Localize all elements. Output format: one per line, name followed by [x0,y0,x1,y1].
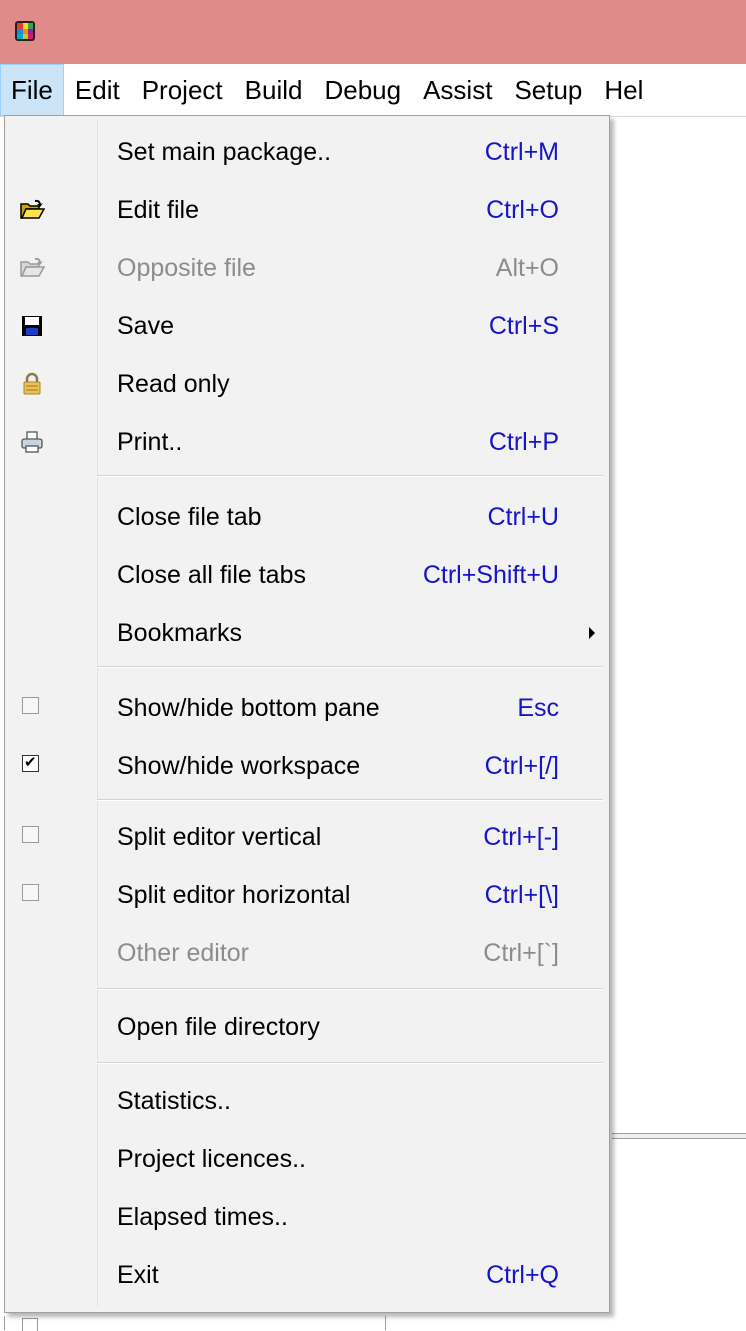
menu-setup[interactable]: Setup [503,64,593,116]
menu-item-label: Statistics.. [117,1087,231,1115]
file-icon [22,1318,38,1331]
menu-item-exit[interactable]: Exit Ctrl+Q [5,1246,609,1304]
menu-item-open-file-directory[interactable]: Open file directory [5,998,609,1056]
checkbox-icon [22,697,39,714]
menu-item-shortcut: Ctrl+[/] [484,752,559,780]
menu-item-label: Bookmarks [117,619,243,647]
menu-item-shortcut: Ctrl+M [484,138,559,166]
menu-item-label: Close all file tabs [117,561,306,589]
menu-item-split-editor-horizontal[interactable]: Split editor horizontal Ctrl+[\] [5,866,609,924]
lock-icon [23,372,41,395]
menu-bar: File Edit Project Build Debug Assist Set… [0,64,746,117]
menu-item-opposite-file[interactable]: Opposite file Alt+O [5,239,609,297]
menu-item-label: Print.. [117,428,183,456]
checkmark-icon: ✔ [24,753,37,771]
menu-item-shortcut: Ctrl+S [488,312,559,340]
menu-item-set-main-package[interactable]: Set main package.. Ctrl+M [5,123,609,181]
menu-item-shortcut: Alt+O [495,254,559,282]
menu-item-shortcut: Ctrl+O [486,196,559,224]
menu-edit[interactable]: Edit [64,64,131,116]
menu-item-close-all-file-tabs[interactable]: Close all file tabs Ctrl+Shift+U [5,546,609,604]
printer-icon [21,431,43,453]
menu-item-statistics[interactable]: Statistics.. [5,1072,609,1130]
open-folder-icon [20,199,45,219]
menu-item-label: Show/hide workspace [117,752,361,780]
submenu-arrow-icon [589,627,595,639]
menu-item-label: Other editor [117,939,250,967]
menu-item-label: Opposite file [117,254,256,282]
menu-item-label: Read only [117,370,230,398]
checkbox-checked-icon: ✔ [22,753,39,772]
menu-item-label: Split editor vertical [117,823,322,851]
workspace-pane [4,1316,386,1330]
checkbox-icon [22,826,39,843]
menu-item-shortcut: Ctrl+Q [486,1261,559,1289]
menu-item-read-only[interactable]: Read only [5,355,609,413]
menu-separator [97,1062,603,1064]
menu-item-label: Edit file [117,196,199,224]
menu-item-label: Save [117,312,174,340]
menu-item-split-editor-vertical[interactable]: Split editor vertical Ctrl+[-] [5,808,609,866]
menu-project[interactable]: Project [131,64,234,116]
menu-item-shortcut: Ctrl+Shift+U [422,561,559,589]
menu-separator [97,666,603,668]
menu-separator [97,475,603,477]
menu-separator [97,799,603,801]
menu-item-shortcut: Ctrl+P [488,428,559,456]
app-logo-icon [15,21,35,41]
menu-item-shortcut: Esc [517,694,559,722]
menu-build[interactable]: Build [234,64,314,116]
floppy-disk-icon [22,316,42,336]
menu-item-shortcut: Ctrl+[`] [483,939,559,967]
title-bar [0,0,746,64]
menu-item-save[interactable]: Save Ctrl+S [5,297,609,355]
editor-splitter[interactable] [612,1133,746,1139]
menu-item-close-file-tab[interactable]: Close file tab Ctrl+U [5,488,609,546]
menu-item-show-hide-workspace[interactable]: ✔ Show/hide workspace Ctrl+[/] [5,737,609,795]
menu-item-label: Split editor horizontal [117,881,351,909]
menu-item-edit-file[interactable]: Edit file Ctrl+O [5,181,609,239]
menu-debug[interactable]: Debug [313,64,412,116]
menu-item-label: Open file directory [117,1013,320,1041]
open-folder-disabled-icon [20,257,45,277]
menu-item-label: Elapsed times.. [117,1203,288,1231]
menu-item-shortcut: Ctrl+[-] [483,823,559,851]
menu-item-bookmarks[interactable]: Bookmarks [5,604,609,662]
menu-item-project-licences[interactable]: Project licences.. [5,1130,609,1188]
menu-item-other-editor[interactable]: Other editor Ctrl+[`] [5,924,609,982]
menu-item-shortcut: Ctrl+[\] [484,881,559,909]
menu-item-shortcut: Ctrl+U [487,503,559,531]
menu-file[interactable]: File [0,64,64,116]
menu-item-label: Set main package.. [117,138,332,166]
file-menu-dropdown: Set main package.. Ctrl+M Edit file Ctrl… [4,115,610,1313]
menu-item-elapsed-times[interactable]: Elapsed times.. [5,1188,609,1246]
menu-item-show-hide-bottom-pane[interactable]: Show/hide bottom pane Esc [5,679,609,737]
menu-item-label: Project licences.. [117,1145,306,1173]
menu-item-label: Close file tab [117,503,262,531]
menu-help[interactable]: Hel [593,64,654,116]
menu-assist[interactable]: Assist [412,64,503,116]
menu-separator [97,988,603,990]
checkbox-icon [22,884,39,901]
menu-item-print[interactable]: Print.. Ctrl+P [5,413,609,471]
menu-item-label: Exit [117,1261,159,1289]
menu-item-label: Show/hide bottom pane [117,694,380,722]
